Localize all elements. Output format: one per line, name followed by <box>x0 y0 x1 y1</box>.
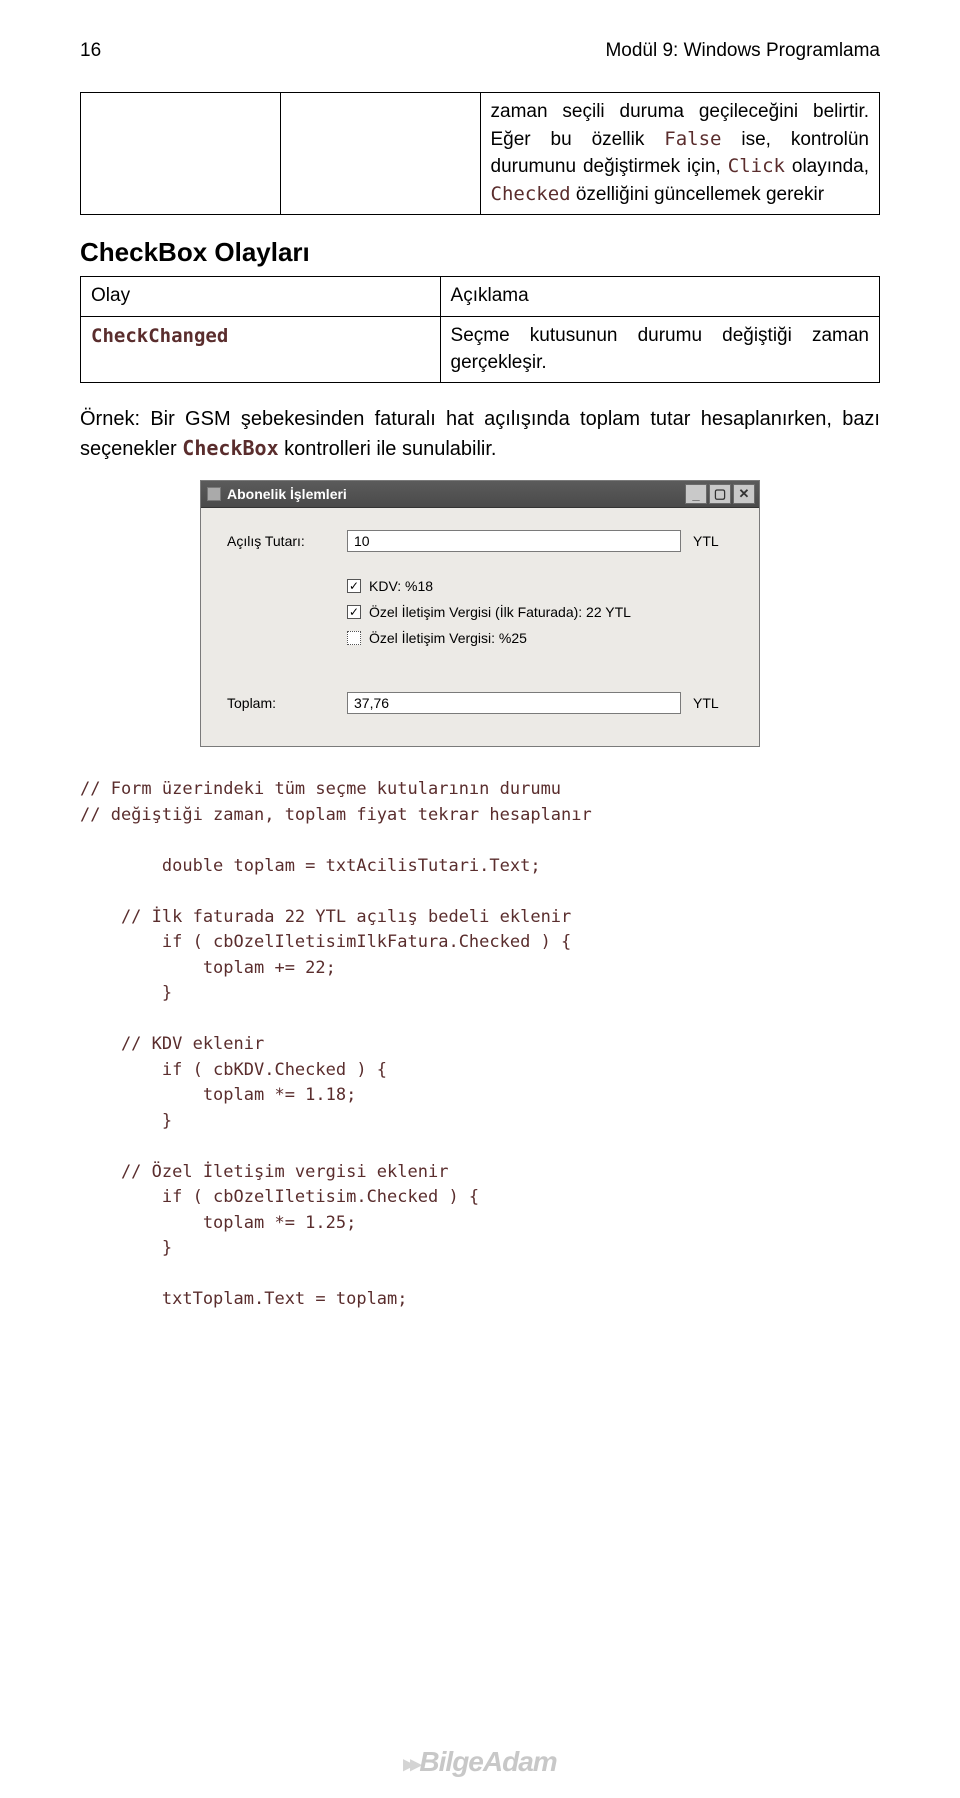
module-title: Modül 9: Windows Programlama <box>605 40 880 62</box>
prop-cell-description: zaman seçili duruma geçileceğini belirti… <box>480 93 880 215</box>
event-name-cell: CheckChanged <box>81 316 441 382</box>
property-table: zaman seçili duruma geçileceğini belirti… <box>80 92 880 215</box>
prop-cell-empty-2 <box>280 93 480 215</box>
checkbox-ozel25[interactable] <box>347 631 361 645</box>
close-button[interactable]: ✕ <box>733 484 755 504</box>
logo-arrows-icon: ▸▸ <box>403 1751 417 1776</box>
checkbox-kdv[interactable] <box>347 579 361 593</box>
prop-cell-empty-1 <box>81 93 281 215</box>
event-table: Olay Açıklama CheckChanged Seçme kutusun… <box>80 276 880 383</box>
maximize-button[interactable]: ▢ <box>709 484 731 504</box>
example-code-checkbox: CheckBox <box>182 436 278 460</box>
checkbox-ozel-ilk[interactable] <box>347 605 361 619</box>
form-spacer <box>227 666 733 692</box>
events-heading: CheckBox Olayları <box>80 237 880 268</box>
input-acilis[interactable] <box>347 530 681 552</box>
titlebar[interactable]: Abonelik İşlemleri _ ▢ ✕ <box>201 481 759 508</box>
event-header-olay: Olay <box>81 277 441 317</box>
cb-label-kdv: KDV: %18 <box>369 578 433 594</box>
label-toplam: Toplam: <box>227 695 347 711</box>
prop-code-false: False <box>664 128 721 150</box>
prop-text-3: olayında, <box>785 156 869 177</box>
window-title: Abonelik İşlemleri <box>227 486 347 502</box>
example-text-2: kontrolleri ile sunulabilir. <box>279 438 497 460</box>
close-icon: ✕ <box>739 486 750 502</box>
event-checkchanged: CheckChanged <box>91 325 228 347</box>
minimize-button[interactable]: _ <box>685 484 707 504</box>
logo-text: BilgeAdam <box>419 1746 556 1777</box>
page-number: 16 <box>80 40 101 62</box>
code-block: // Form üzerindeki tüm seçme kutularının… <box>80 777 880 1313</box>
app-icon <box>207 487 221 501</box>
row-toplam: Toplam: YTL <box>227 692 733 714</box>
page-header: 16 Modül 9: Windows Programlama <box>80 40 880 62</box>
event-header-aciklama: Açıklama <box>440 277 879 317</box>
cb-row-ozel2[interactable]: Özel İletişim Vergisi: %25 <box>347 630 733 646</box>
label-acilis: Açılış Tutarı: <box>227 533 347 549</box>
titlebar-left: Abonelik İşlemleri <box>207 486 347 502</box>
cb-row-ozel1[interactable]: Özel İletişim Vergisi (İlk Faturada): 22… <box>347 604 733 620</box>
event-desc-cell: Seçme kutusunun durumu değiştiği zaman g… <box>440 316 879 382</box>
footer-logo: ▸▸BilgeAdam <box>403 1746 556 1778</box>
unit-ytl-1: YTL <box>693 533 733 549</box>
prop-code-click: Click <box>728 155 785 177</box>
example-paragraph: Örnek: Bir GSM şebekesinden faturalı hat… <box>80 405 880 464</box>
row-acilis: Açılış Tutarı: YTL <box>227 530 733 552</box>
form-body: Açılış Tutarı: YTL KDV: %18 Özel İletişi… <box>201 508 759 746</box>
minimize-icon: _ <box>692 487 699 502</box>
checkbox-group: KDV: %18 Özel İletişim Vergisi (İlk Fatu… <box>347 564 733 660</box>
unit-ytl-2: YTL <box>693 695 733 711</box>
maximize-icon: ▢ <box>714 486 726 502</box>
cb-label-ozel-ilk: Özel İletişim Vergisi (İlk Faturada): 22… <box>369 604 631 620</box>
winform-dialog: Abonelik İşlemleri _ ▢ ✕ Açılış Tutarı: … <box>200 480 760 747</box>
prop-text-4: özelliğini güncellemek gerekir <box>571 184 824 205</box>
titlebar-buttons: _ ▢ ✕ <box>685 484 755 504</box>
cb-row-kdv[interactable]: KDV: %18 <box>347 578 733 594</box>
prop-code-checked: Checked <box>491 183 571 205</box>
cb-label-ozel25: Özel İletişim Vergisi: %25 <box>369 630 527 646</box>
input-toplam[interactable] <box>347 692 681 714</box>
